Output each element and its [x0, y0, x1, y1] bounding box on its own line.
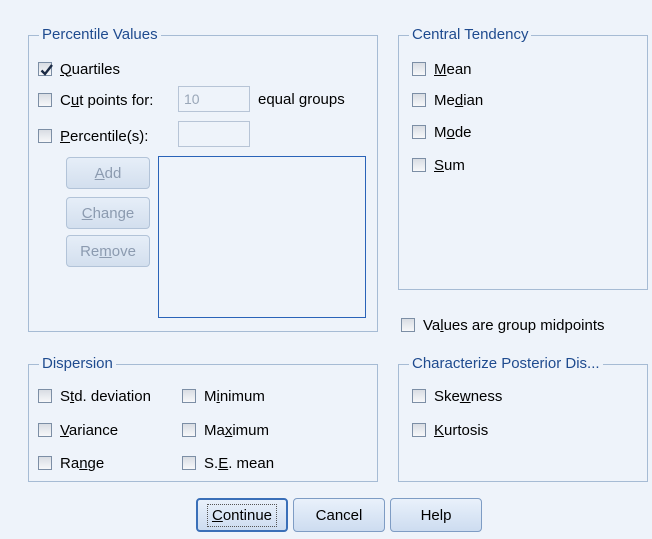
mode-checkbox-box[interactable] [412, 125, 426, 139]
percentile-input[interactable] [178, 121, 250, 147]
kurtosis-checkbox-box[interactable] [412, 423, 426, 437]
mean-checkbox[interactable]: Mean [412, 59, 472, 79]
minimum-checkbox[interactable]: Minimum [182, 386, 265, 406]
percentiles-checkbox-box[interactable] [38, 129, 52, 143]
std-deviation-checkbox[interactable]: Std. deviation [38, 386, 151, 406]
group-midpoints-checkbox[interactable]: Values are group midpoints [401, 315, 605, 335]
cancel-button[interactable]: Cancel [293, 498, 385, 532]
cut-points-input[interactable] [178, 86, 250, 112]
variance-checkbox-box[interactable] [38, 423, 52, 437]
sum-checkbox[interactable]: Sum [412, 155, 465, 175]
maximum-checkbox-box[interactable] [182, 423, 196, 437]
kurtosis-checkbox[interactable]: Kurtosis [412, 420, 488, 440]
skewness-checkbox-box[interactable] [412, 389, 426, 403]
maximum-checkbox[interactable]: Maximum [182, 420, 269, 440]
median-checkbox[interactable]: Median [412, 90, 483, 110]
add-button[interactable]: Add [66, 157, 150, 189]
continue-button[interactable]: Continue [196, 498, 288, 532]
cut-points-checkbox-box[interactable] [38, 93, 52, 107]
cut-points-checkbox[interactable]: Cut points for: [38, 90, 153, 110]
mode-checkbox[interactable]: Mode [412, 122, 472, 142]
median-checkbox-box[interactable] [412, 93, 426, 107]
percentile-values-legend: Percentile Values [39, 26, 161, 43]
central-tendency-legend: Central Tendency [409, 26, 532, 43]
std-deviation-checkbox-box[interactable] [38, 389, 52, 403]
posterior-legend: Characterize Posterior Dis... [409, 355, 603, 372]
se-mean-checkbox[interactable]: S.E. mean [182, 453, 274, 473]
range-checkbox[interactable]: Range [38, 453, 104, 473]
checkmark-icon [40, 64, 53, 76]
percentiles-checkbox[interactable]: Percentile(s): [38, 126, 148, 146]
remove-button[interactable]: Remove [66, 235, 150, 267]
quartiles-checkbox[interactable]: Quartiles [38, 59, 120, 79]
se-mean-checkbox-box[interactable] [182, 456, 196, 470]
range-checkbox-box[interactable] [38, 456, 52, 470]
mean-checkbox-box[interactable] [412, 62, 426, 76]
percentile-listbox[interactable] [158, 156, 366, 318]
help-button[interactable]: Help [390, 498, 482, 532]
quartiles-checkbox-box[interactable] [38, 62, 53, 76]
change-button[interactable]: Change [66, 197, 150, 229]
skewness-checkbox[interactable]: Skewness [412, 386, 502, 406]
group-midpoints-checkbox-box[interactable] [401, 318, 415, 332]
dispersion-legend: Dispersion [39, 355, 116, 372]
equal-groups-label: equal groups [258, 91, 345, 108]
minimum-checkbox-box[interactable] [182, 389, 196, 403]
sum-checkbox-box[interactable] [412, 158, 426, 172]
variance-checkbox[interactable]: Variance [38, 420, 118, 440]
